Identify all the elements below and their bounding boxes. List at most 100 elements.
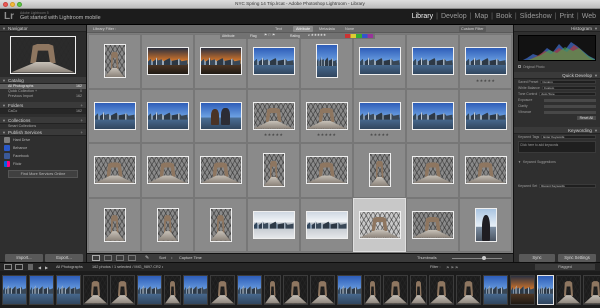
filmstrip-thumbnail[interactable] (456, 274, 481, 305)
filter-tab-attribute[interactable]: Attribute (293, 26, 314, 32)
photo-thumbnail[interactable] (146, 156, 189, 185)
photo-thumbnail[interactable] (411, 156, 454, 185)
color-label-filter[interactable] (345, 34, 373, 38)
service-hard-drive[interactable]: Hard Drive (0, 136, 86, 144)
filmstrip-thumbnail[interactable] (310, 274, 335, 305)
filmstrip-thumbnail[interactable] (137, 274, 162, 305)
grid-cell[interactable] (141, 88, 194, 143)
grid-cell[interactable] (406, 197, 459, 252)
photo-thumbnail[interactable] (368, 153, 391, 188)
forward-arrow-icon[interactable]: ▶ (45, 265, 48, 270)
photo-thumbnail[interactable] (209, 207, 232, 242)
grid-cell[interactable] (459, 197, 512, 252)
filmstrip-thumbnail[interactable] (210, 274, 235, 305)
filmstrip-thumbnail[interactable] (164, 274, 181, 305)
spray-can-icon[interactable]: ✎ (145, 255, 149, 261)
grid-icon[interactable] (28, 264, 33, 270)
photo-thumbnail[interactable] (411, 210, 454, 239)
grid-cell[interactable] (88, 88, 141, 143)
flag-filter-icons[interactable]: ⚑ ⚐ ⚑ (264, 33, 275, 37)
add-collection-icon[interactable]: + (80, 117, 83, 124)
folder-item[interactable]: CaCo 162 (0, 109, 86, 114)
rating-stars[interactable]: ★★★★★ (354, 132, 405, 137)
grid-view-icon[interactable] (92, 255, 100, 261)
grid-cell[interactable] (300, 197, 353, 252)
publish-services-header[interactable]: ▼ Publish Services + (0, 129, 86, 136)
navigator-preview-area[interactable] (0, 32, 86, 77)
photo-thumbnail[interactable] (199, 156, 242, 185)
module-map[interactable]: Map (474, 13, 488, 20)
photo-thumbnail[interactable] (199, 47, 242, 76)
photo-thumbnail[interactable] (464, 101, 507, 130)
filter-tab-none[interactable]: None (345, 27, 354, 31)
sync-button[interactable]: Sync (519, 254, 555, 262)
photo-thumbnail[interactable] (93, 101, 136, 130)
filmstrip-flag-icons[interactable]: ⚑ ⚑ ⚑ (446, 265, 458, 270)
survey-view-icon[interactable] (128, 255, 136, 261)
auto-tone-button[interactable]: Auto Tone (539, 92, 596, 96)
grid-cell[interactable] (247, 143, 300, 198)
import-button[interactable]: Import... (5, 254, 43, 262)
original-photo-checkbox[interactable]: Original Photo (514, 64, 600, 69)
service-flickr[interactable]: Flickr (0, 160, 86, 168)
photo-thumbnail[interactable] (103, 44, 126, 79)
photo-thumbnail[interactable] (305, 210, 348, 239)
main-window-icon[interactable] (4, 264, 12, 270)
catalog-header[interactable]: ▼ Catalog (0, 77, 86, 84)
module-develop[interactable]: Develop (441, 13, 467, 20)
filter-tab-metadata[interactable]: Metadata (319, 27, 335, 31)
thumbnail-size-slider-handle[interactable] (482, 256, 486, 260)
photo-thumbnail[interactable] (252, 47, 295, 76)
custom-filter-dropdown[interactable]: Custom Filter (459, 26, 486, 32)
module-print[interactable]: Print (559, 13, 573, 20)
grid-cell[interactable] (353, 143, 406, 198)
keyword-entry-field[interactable]: Click here to add keywords (518, 141, 596, 153)
grid-cell[interactable] (88, 34, 141, 89)
grid-cell[interactable] (247, 34, 300, 89)
photo-thumbnail[interactable] (93, 156, 136, 185)
expand-triangle-icon[interactable]: ▼ (518, 160, 521, 164)
grid-cell[interactable] (141, 197, 194, 252)
grid-cell[interactable] (141, 143, 194, 198)
photo-thumbnail[interactable] (156, 207, 179, 242)
grid-cell[interactable] (459, 88, 512, 143)
photo-thumbnail[interactable] (252, 210, 295, 239)
keywording-header[interactable]: Keywording ▼ (514, 127, 600, 134)
grid-cell[interactable] (406, 88, 459, 143)
photo-thumbnail[interactable] (146, 47, 189, 76)
filmstrip-thumbnail[interactable] (583, 274, 600, 305)
second-window-icon[interactable] (15, 264, 23, 270)
grid-cell[interactable]: ★★★★★ (459, 34, 512, 89)
photo-thumbnail[interactable] (262, 153, 285, 188)
grid-cell[interactable] (406, 143, 459, 198)
filmstrip-thumbnail[interactable] (2, 274, 27, 305)
photo-thumbnail[interactable] (315, 44, 338, 79)
keyword-tags-dropdown[interactable]: Enter Keywords (541, 135, 596, 139)
catalog-item-previous-import[interactable]: Previous Import 162 (0, 94, 86, 99)
photo-thumbnail[interactable] (103, 207, 126, 242)
photo-thumbnail[interactable] (464, 47, 507, 76)
filmstrip-thumbnail[interactable] (264, 274, 281, 305)
navigator-header[interactable]: ▼ Navigator (0, 25, 86, 32)
filmstrip-source[interactable]: All Photographs (56, 265, 83, 269)
filmstrip-thumbnail[interactable] (283, 274, 308, 305)
filmstrip-thumbnail[interactable] (337, 274, 362, 305)
filmstrip-thumbnail[interactable] (410, 274, 427, 305)
loupe-view-icon[interactable] (104, 255, 112, 261)
rating-stars[interactable]: ★★★★★ (301, 132, 352, 137)
grid-cell[interactable] (353, 197, 406, 252)
sync-settings-button[interactable]: Sync Settings (558, 254, 596, 262)
filmstrip-thumbnail[interactable] (110, 274, 135, 305)
grid-cell[interactable]: ★★★★★ (247, 88, 300, 143)
sort-dropdown[interactable]: Capture Time (179, 256, 202, 260)
clarity-stepper[interactable] (544, 104, 596, 108)
keyword-set-dropdown[interactable]: Recent Keywords (539, 184, 596, 188)
service-behance[interactable]: Behance (0, 144, 86, 152)
grid-cell[interactable] (300, 143, 353, 198)
histogram-header[interactable]: Histogram ▼ (514, 25, 600, 32)
grid-cell[interactable] (406, 34, 459, 89)
filmstrip-thumbnail[interactable] (537, 274, 554, 305)
filmstrip-thumbnail[interactable] (83, 274, 108, 305)
compare-view-icon[interactable] (116, 255, 124, 261)
rating-stars[interactable]: ★★★★★ (460, 78, 511, 83)
